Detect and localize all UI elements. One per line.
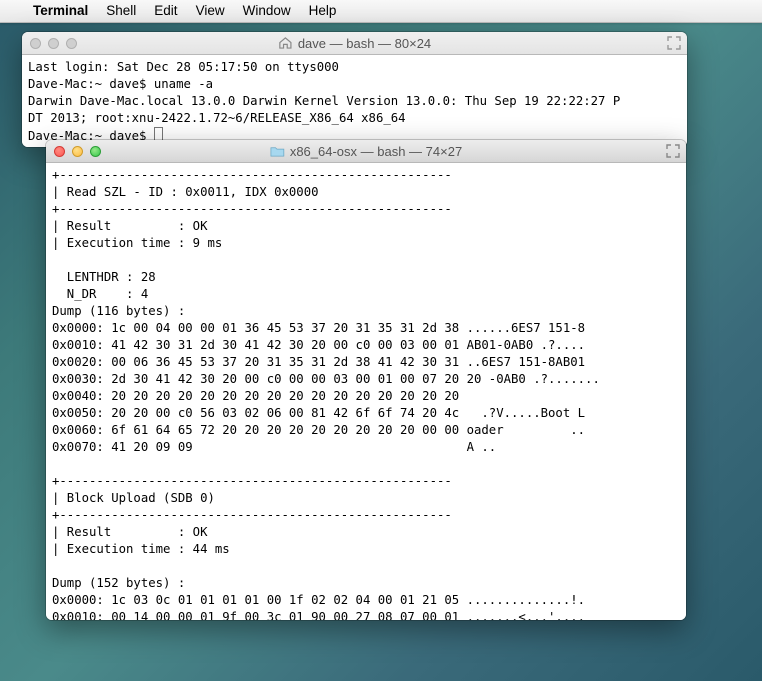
fullscreen-icon[interactable] (667, 36, 681, 50)
line: Last login: Sat Dec 28 05:17:50 on ttys0… (28, 60, 339, 74)
folder-icon (270, 145, 285, 157)
fullscreen-icon[interactable] (666, 144, 680, 158)
menu-help[interactable]: Help (300, 0, 346, 22)
line: +---------------------------------------… (52, 508, 452, 522)
terminal-window-2[interactable]: x86_64-osx — bash — 74×27 +-------------… (46, 140, 686, 620)
line: Dump (116 bytes) : (52, 304, 185, 318)
menu-edit[interactable]: Edit (145, 0, 186, 22)
minimize-button[interactable] (72, 146, 83, 157)
line: 0x0020: 00 06 36 45 53 37 20 31 35 31 2d… (52, 355, 585, 369)
traffic-lights (22, 38, 77, 49)
menu-window[interactable]: Window (234, 0, 300, 22)
line: | Result : OK (52, 525, 207, 539)
terminal-output[interactable]: +---------------------------------------… (46, 163, 686, 620)
zoom-button[interactable] (90, 146, 101, 157)
line: Dave-Mac:~ dave$ uname -a (28, 77, 213, 91)
close-button[interactable] (54, 146, 65, 157)
line: 0x0070: 41 20 09 09 A .. (52, 440, 496, 454)
line: 0x0000: 1c 00 04 00 00 01 36 45 53 37 20… (52, 321, 585, 335)
line: N_DR : 4 (52, 287, 148, 301)
line: 0x0040: 20 20 20 20 20 20 20 20 20 20 20… (52, 389, 459, 403)
window-title: x86_64-osx — bash — 74×27 (290, 144, 462, 159)
line: | Read SZL - ID : 0x0011, IDX 0x0000 (52, 185, 319, 199)
titlebar[interactable]: x86_64-osx — bash — 74×27 (46, 140, 686, 163)
line: | Block Upload (SDB 0) (52, 491, 215, 505)
line: 0x0050: 20 20 00 c0 56 03 02 06 00 81 42… (52, 406, 585, 420)
line: 0x0060: 6f 61 64 65 72 20 20 20 20 20 20… (52, 423, 585, 437)
line: Dump (152 bytes) : (52, 576, 185, 590)
line: +---------------------------------------… (52, 202, 452, 216)
menubar: Terminal Shell Edit View Window Help (0, 0, 762, 23)
traffic-lights (46, 146, 101, 157)
titlebar[interactable]: dave — bash — 80×24 (22, 32, 687, 55)
line: | Execution time : 44 ms (52, 542, 230, 556)
zoom-button[interactable] (66, 38, 77, 49)
close-button[interactable] (30, 38, 41, 49)
line: 0x0010: 41 42 30 31 2d 30 41 42 30 20 00… (52, 338, 585, 352)
line: 0x0030: 2d 30 41 42 30 20 00 c0 00 00 03… (52, 372, 600, 386)
line: | Result : OK (52, 219, 207, 233)
line: +---------------------------------------… (52, 474, 452, 488)
line: LENTHDR : 28 (52, 270, 156, 284)
terminal-output[interactable]: Last login: Sat Dec 28 05:17:50 on ttys0… (22, 55, 687, 147)
line: +---------------------------------------… (52, 168, 452, 182)
line: 0x0010: 00 14 00 00 01 9f 00 3c 01 90 00… (52, 610, 585, 620)
menu-view[interactable]: View (187, 0, 234, 22)
line: | Execution time : 9 ms (52, 236, 222, 250)
line: Darwin Dave-Mac.local 13.0.0 Darwin Kern… (28, 94, 620, 108)
minimize-button[interactable] (48, 38, 59, 49)
terminal-window-1[interactable]: dave — bash — 80×24 Last login: Sat Dec … (22, 32, 687, 147)
menu-shell[interactable]: Shell (97, 0, 145, 22)
menu-terminal[interactable]: Terminal (24, 0, 97, 22)
line: 0x0000: 1c 03 0c 01 01 01 01 00 1f 02 02… (52, 593, 585, 607)
home-icon (278, 37, 293, 49)
window-title: dave — bash — 80×24 (298, 36, 431, 51)
line: DT 2013; root:xnu-2422.1.72~6/RELEASE_X8… (28, 111, 406, 125)
